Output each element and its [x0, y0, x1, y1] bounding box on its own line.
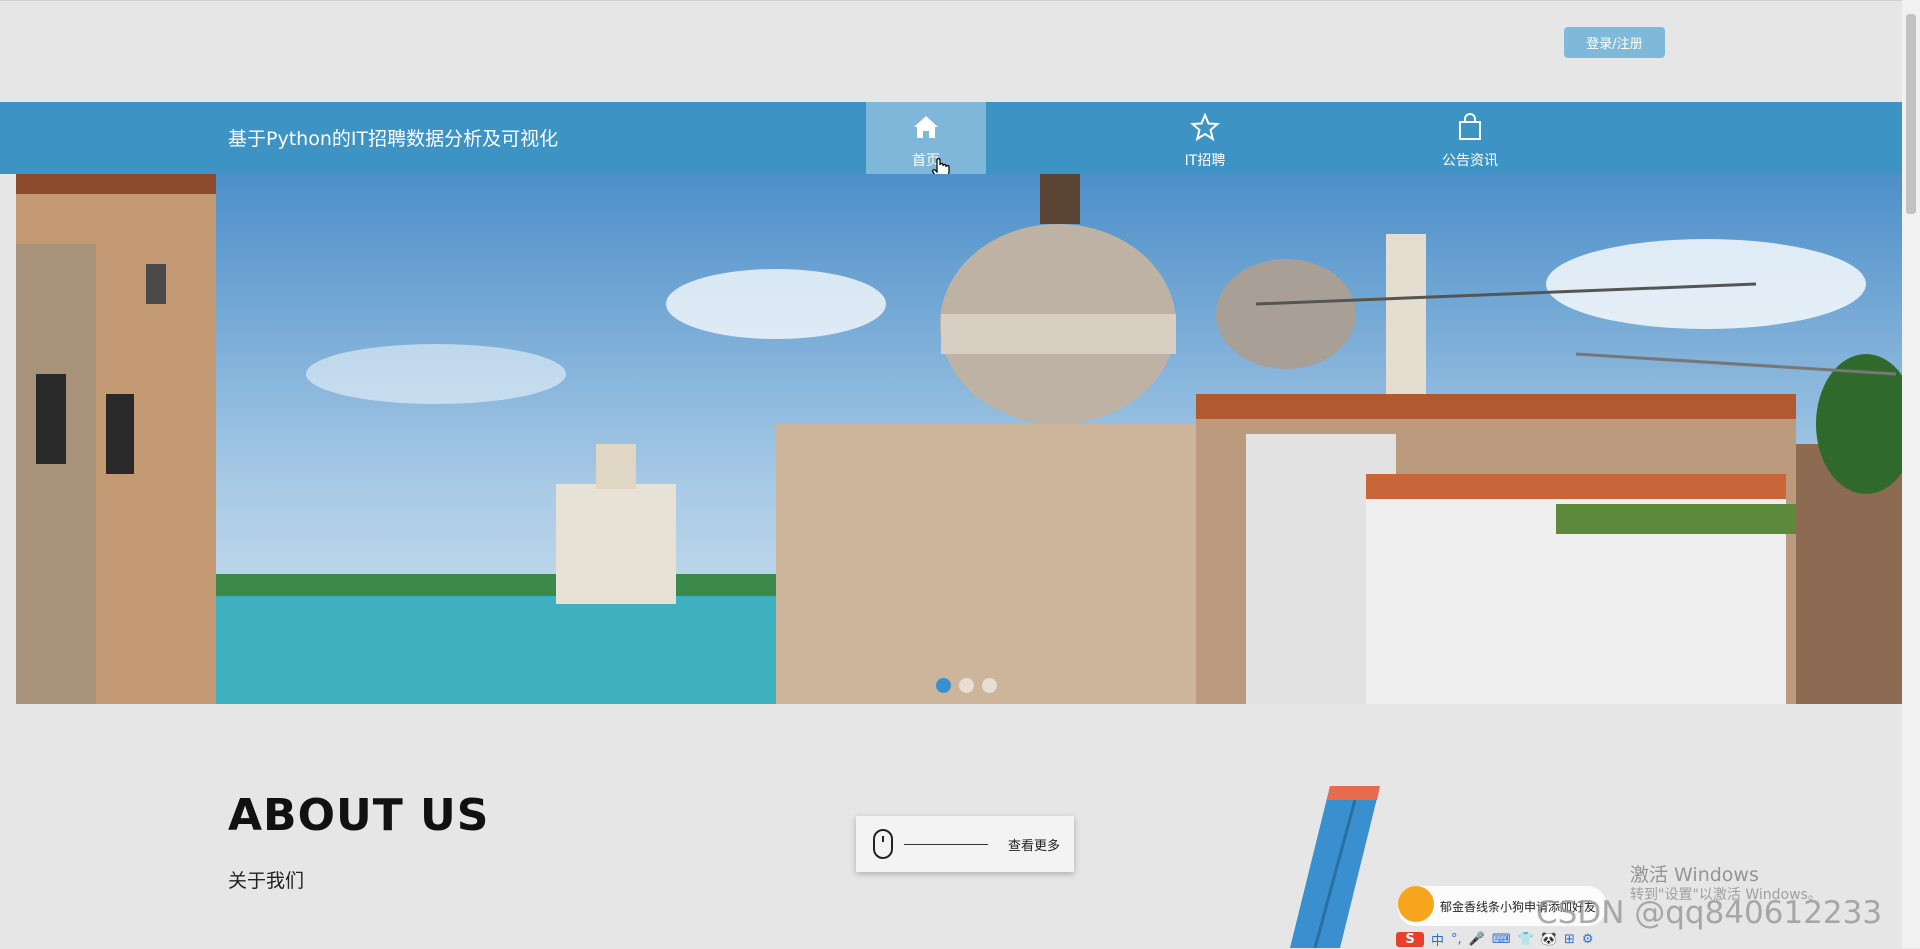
shopping-bag-icon: [1459, 113, 1481, 140]
carousel-dot[interactable]: [982, 678, 997, 693]
nav-item-home[interactable]: 首页: [866, 102, 986, 174]
nav-item-label: IT招聘: [1184, 153, 1226, 169]
about-subtitle: 关于我们: [228, 870, 305, 892]
mascot-icon[interactable]: 🐼: [1541, 932, 1557, 947]
carousel-dot[interactable]: [959, 678, 974, 693]
nav-item-label: 首页: [912, 153, 940, 169]
home-icon: [914, 116, 938, 138]
nav-item-it-jobs[interactable]: IT招聘: [1145, 102, 1265, 174]
sun-icon: [1398, 886, 1434, 922]
main-nav: 基于Python的IT招聘数据分析及可视化 首页 IT招聘 公告资讯: [0, 102, 1902, 174]
scrollbar-thumb[interactable]: [1906, 14, 1916, 214]
skin-icon[interactable]: 👕: [1518, 932, 1534, 947]
ime-chinese-mode[interactable]: 中: [1431, 930, 1444, 949]
about-title: ABOUT US: [228, 790, 490, 841]
settings-icon[interactable]: ⚙: [1582, 932, 1594, 947]
top-bar: 登录/注册: [0, 0, 1902, 103]
hero-banner[interactable]: [16, 174, 1902, 704]
view-more-button[interactable]: 查看更多: [856, 816, 1074, 872]
mouse-icon: [873, 829, 893, 859]
ime-toolbar: S 中 °, 🎤 ⌨ 👕 🐼 ⊞ ⚙: [1396, 930, 1594, 949]
carousel-dot[interactable]: [936, 678, 951, 693]
keyboard-icon[interactable]: ⌨: [1492, 932, 1511, 947]
vertical-scrollbar[interactable]: [1902, 0, 1920, 948]
apps-grid-icon[interactable]: ⊞: [1564, 932, 1575, 947]
csdn-watermark: CSDN @qq840612233: [1536, 895, 1883, 931]
pencil-illustration: [1290, 786, 1380, 948]
star-icon: [1190, 112, 1220, 142]
microphone-icon[interactable]: 🎤: [1469, 932, 1485, 947]
carousel-dots: [936, 678, 997, 693]
ime-punctuation[interactable]: °,: [1451, 932, 1462, 947]
site-title[interactable]: 基于Python的IT招聘数据分析及可视化: [228, 124, 558, 151]
nav-item-label: 公告资讯: [1442, 153, 1498, 169]
venice-cityscape-image: [16, 174, 1902, 704]
view-more-label: 查看更多: [1008, 839, 1061, 854]
nav-item-news[interactable]: 公告资讯: [1410, 102, 1530, 174]
divider: [904, 844, 988, 845]
windows-activation-title: 激活 Windows: [1630, 864, 1759, 886]
login-register-button[interactable]: 登录/注册: [1564, 27, 1665, 58]
sogou-logo-icon[interactable]: S: [1396, 931, 1424, 947]
